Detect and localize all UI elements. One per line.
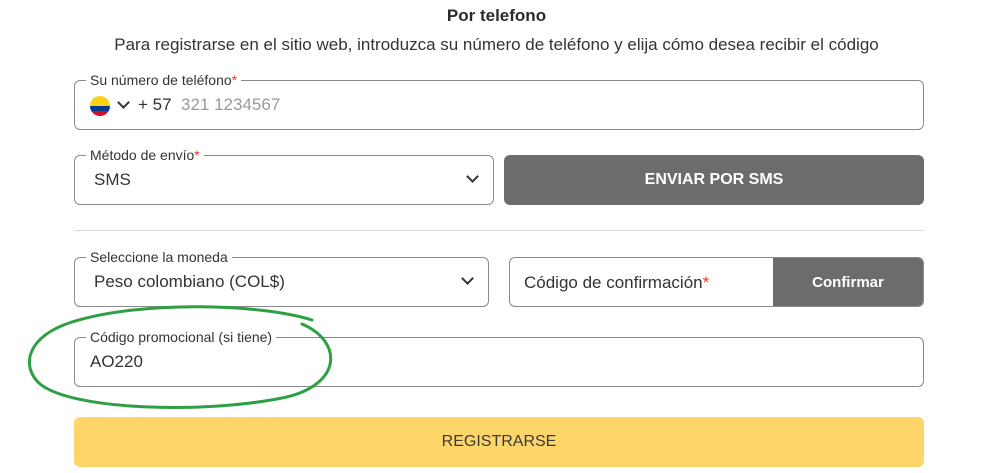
divider bbox=[74, 230, 924, 231]
required-mark: * bbox=[702, 273, 710, 292]
page-subtitle: Para registrarse en el sitio web, introd… bbox=[114, 35, 879, 54]
phone-field[interactable]: Su número de teléfono* + 57 bbox=[74, 72, 924, 130]
dial-code: + 57 bbox=[138, 95, 172, 114]
promo-code-label: Código promocional (si tiene) bbox=[86, 329, 277, 345]
chevron-down-icon bbox=[466, 170, 479, 183]
confirmation-code-label: Código de confirmación* bbox=[524, 273, 710, 292]
chevron-down-icon[interactable] bbox=[117, 96, 130, 109]
currency-value: Peso colombiano (COL$) bbox=[94, 272, 285, 291]
send-method-value: SMS bbox=[94, 170, 131, 189]
send-method-label: Método de envío* bbox=[86, 147, 204, 163]
currency-label: Seleccione la moneda bbox=[86, 249, 232, 265]
chevron-down-icon bbox=[461, 272, 474, 285]
phone-field-label: Su número de teléfono* bbox=[86, 72, 242, 88]
send-sms-button[interactable]: ENVIAR POR SMS bbox=[504, 155, 924, 205]
send-method-select[interactable]: Método de envío* SMS bbox=[74, 147, 494, 205]
required-mark: * bbox=[231, 72, 238, 88]
promo-code-input[interactable] bbox=[90, 350, 590, 374]
confirm-button[interactable]: Confirmar bbox=[773, 258, 923, 306]
colombia-flag-icon[interactable] bbox=[90, 96, 110, 116]
promo-code-field[interactable]: Código promocional (si tiene) bbox=[74, 329, 924, 387]
required-mark: * bbox=[194, 147, 200, 163]
page-title: Por telefono bbox=[446, 6, 547, 25]
currency-select[interactable]: Seleccione la moneda Peso colombiano (CO… bbox=[74, 249, 489, 307]
register-button[interactable]: REGISTRARSE bbox=[74, 417, 924, 467]
confirmation-code-field[interactable]: Código de confirmación* Confirmar bbox=[509, 257, 924, 307]
phone-input[interactable] bbox=[181, 93, 781, 117]
